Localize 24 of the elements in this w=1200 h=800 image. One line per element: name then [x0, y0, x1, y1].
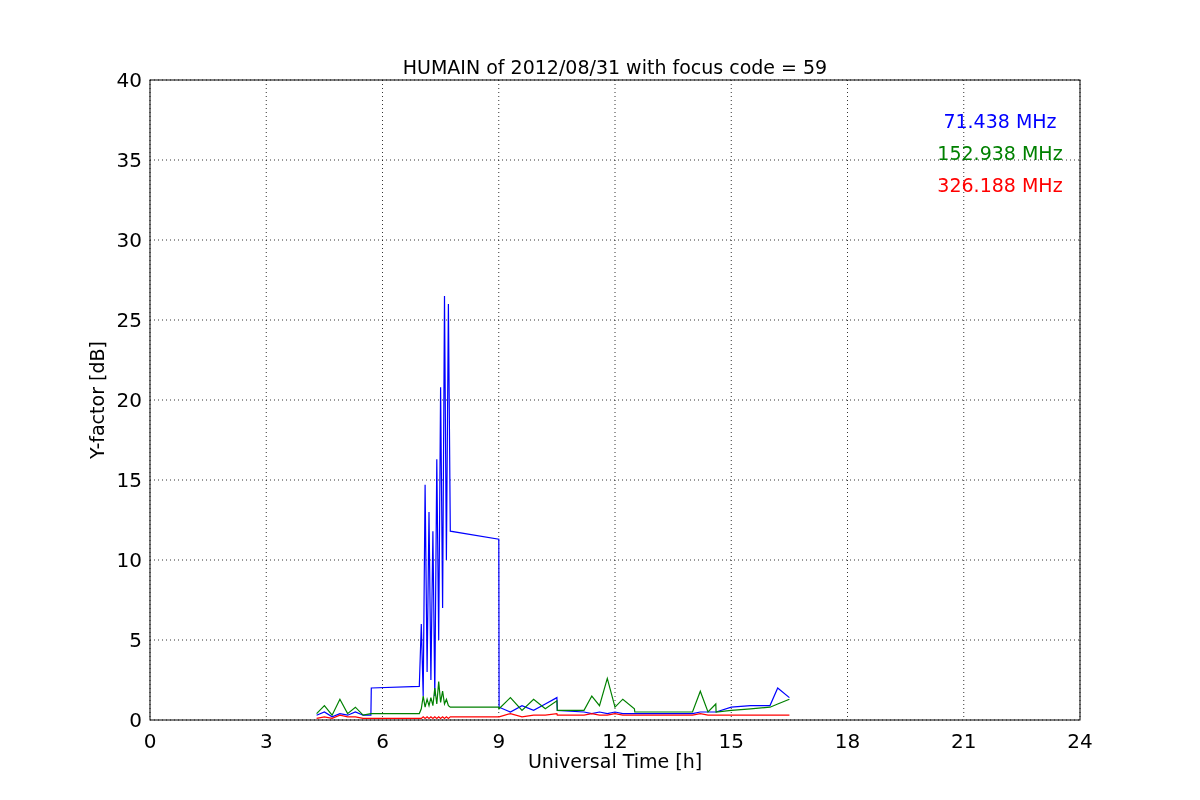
y-axis-label: Y-factor [dB] [86, 341, 108, 459]
x-tick-label: 15 [718, 729, 744, 753]
y-tick-label: 20 [116, 388, 142, 412]
y-tick-label: 25 [116, 308, 142, 332]
y-tick-label: 5 [129, 628, 142, 652]
y-tick-label: 40 [116, 68, 142, 92]
chart-title: HUMAIN of 2012/08/31 with focus code = 59 [402, 56, 828, 78]
x-tick-label: 9 [492, 729, 506, 753]
x-tick-label: 3 [259, 729, 273, 753]
x-tick-label: 18 [834, 729, 861, 753]
legend-label: 326.188 MHz [937, 174, 1063, 196]
legend-label: 71.438 MHz [943, 110, 1057, 132]
y-tick-label: 10 [116, 548, 142, 572]
x-axis-label: Universal Time [h] [527, 750, 703, 772]
y-tick-label: 30 [116, 228, 142, 252]
y-tick-label: 15 [116, 468, 142, 492]
legend-label: 152.938 MHz [937, 142, 1063, 164]
x-tick-label: 6 [376, 729, 389, 753]
y-tick-label: 35 [116, 148, 142, 172]
x-tick-label: 21 [951, 729, 977, 753]
y-tick-label: 0 [129, 708, 142, 732]
x-tick-label: 0 [143, 729, 157, 753]
x-tick-label: 12 [602, 729, 628, 753]
x-tick-label: 24 [1067, 729, 1093, 753]
